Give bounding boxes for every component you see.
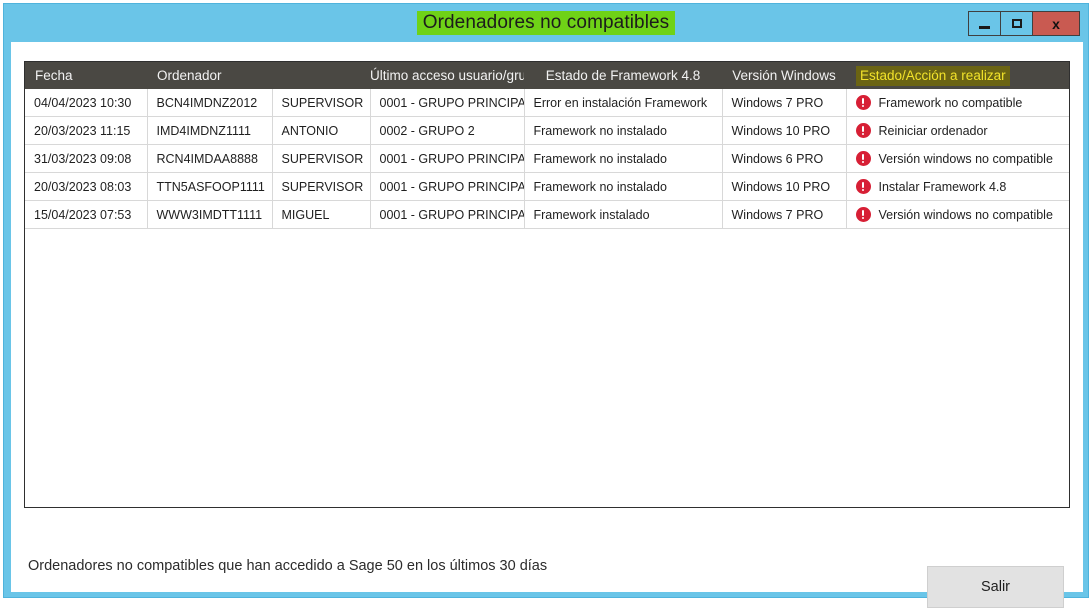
column-label-estado-framework: Estado de Framework 4.8 — [545, 68, 701, 83]
cell-usuario: SUPERVISOR — [272, 172, 371, 201]
cell-usuario: ANTONIO — [272, 116, 371, 145]
cell-estado-accion: Versión windows no compatible — [846, 200, 1069, 229]
table-body: 04/04/2023 10:30 BCN4IMDNZ2012 SUPERVISOR 0… — [25, 89, 1069, 229]
column-header-estado-framework[interactable]: Estado de Framework 4.8 — [524, 62, 722, 89]
error-icon — [855, 179, 871, 194]
accion-content: Reiniciar ordenador — [855, 123, 1062, 138]
cell-estado-accion: Reiniciar ordenador — [846, 116, 1069, 145]
client-area: Fecha Ordenador Último acceso usuario/gr… — [11, 42, 1083, 608]
column-label-ordenador: Ordenador — [157, 68, 222, 83]
cell-grupo: 0002 - GRUPO 2 — [370, 116, 525, 145]
cell-version-windows: Windows 7 PRO — [722, 200, 847, 229]
cell-fecha: 15/04/2023 07:53 — [25, 200, 148, 229]
cell-usuario: SUPERVISOR — [272, 89, 371, 117]
table-header-row: Fecha Ordenador Último acceso usuario/gr… — [25, 62, 1069, 89]
cell-version-windows: Windows 6 PRO — [722, 144, 847, 173]
table-row[interactable]: 20/03/2023 08:03 TTN5ASFOOP1111 SUPERVISOR… — [25, 172, 1069, 201]
accion-label: Versión windows no compatible — [878, 151, 1053, 166]
accion-label: Versión windows no compatible — [878, 207, 1053, 222]
cell-ordenador: WWW3IMDTT1111 — [147, 200, 273, 229]
table-row[interactable]: 20/03/2023 11:15 IMD4IMDNZ1111 ANTONIO 0002… — [25, 116, 1069, 145]
table-header: Fecha Ordenador Último acceso usuario/gr… — [25, 62, 1069, 89]
cell-fecha: 20/03/2023 11:15 — [25, 116, 148, 145]
footer-description: Ordenadores no compatibles que han acced… — [28, 558, 548, 574]
app-window: Ordenadores no compatibles x Fecha Orden… — [3, 3, 1089, 608]
error-icon — [855, 151, 871, 166]
cell-estado-accion: Versión windows no compatible — [846, 144, 1069, 173]
accion-label: Reiniciar ordenador — [878, 123, 988, 138]
error-icon — [855, 95, 871, 110]
column-header-version-windows[interactable]: Versión Windows — [722, 62, 846, 89]
error-icon — [855, 123, 871, 138]
cell-ordenador: RCN4IMDAA8888 — [147, 144, 273, 173]
error-icon — [855, 207, 871, 222]
cell-grupo: 0001 - GRUPO PRINCIPAL — [370, 172, 525, 201]
cell-ordenador: IMD4IMDNZ1111 — [147, 116, 273, 145]
table-row[interactable]: 31/03/2023 09:08 RCN4IMDAA8888 SUPERVISOR 0… — [25, 144, 1069, 173]
cell-estado-accion: Framework no compatible — [846, 89, 1069, 117]
cell-version-windows: Windows 10 PRO — [722, 172, 847, 201]
exit-button[interactable]: Salir — [927, 566, 1064, 608]
cell-estado-framework: Framework no instalado — [524, 144, 723, 173]
maximize-icon — [1011, 19, 1022, 28]
cell-fecha: 31/03/2023 09:08 — [25, 144, 148, 173]
accion-content: Framework no compatible — [855, 95, 1062, 110]
cell-ordenador: TTN5ASFOOP1111 — [147, 172, 273, 201]
minimize-icon — [979, 25, 990, 29]
column-header-usuario[interactable] — [272, 62, 370, 89]
cell-estado-framework: Error en instalación Framework — [524, 89, 723, 117]
window-controls: x — [968, 11, 1080, 36]
title-bar[interactable]: Ordenadores no compatibles x — [4, 4, 1088, 42]
column-header-ordenador[interactable]: Ordenador — [147, 62, 272, 89]
maximize-button[interactable] — [1001, 12, 1033, 35]
column-label-fecha: Fecha — [35, 68, 73, 83]
window-title: Ordenadores no compatibles — [4, 11, 1088, 35]
cell-grupo: 0001 - GRUPO PRINCIPAL — [370, 200, 525, 229]
cell-estado-framework: Framework no instalado — [524, 116, 723, 145]
close-icon: x — [1052, 15, 1060, 32]
cell-usuario: SUPERVISOR — [272, 144, 371, 173]
exit-button-label: Salir — [980, 579, 1010, 595]
minimize-button[interactable] — [969, 12, 1001, 35]
window-title-text: Ordenadores no compatibles — [416, 11, 676, 35]
incompatible-computers-table[interactable]: Fecha Ordenador Último acceso usuario/gr… — [24, 61, 1070, 508]
accion-content: Instalar Framework 4.8 — [855, 179, 1062, 194]
accion-label: Instalar Framework 4.8 — [878, 179, 1007, 194]
cell-grupo: 0001 - GRUPO PRINCIPAL — [370, 89, 525, 117]
cell-grupo: 0001 - GRUPO PRINCIPAL — [370, 144, 525, 173]
accion-content: Versión windows no compatible — [855, 207, 1062, 222]
cell-estado-framework: Framework instalado — [524, 200, 723, 229]
close-button[interactable]: x — [1033, 12, 1079, 35]
table-row[interactable]: 04/04/2023 10:30 BCN4IMDNZ2012 SUPERVISOR 0… — [25, 89, 1069, 117]
table-row[interactable]: 15/04/2023 07:53 WWW3IMDTT1111 MIGUEL 0001 … — [25, 200, 1069, 229]
cell-estado-framework: Framework no instalado — [524, 172, 723, 201]
cell-fecha: 04/04/2023 10:30 — [25, 89, 148, 117]
cell-estado-accion: Instalar Framework 4.8 — [846, 172, 1069, 201]
cell-version-windows: Windows 10 PRO — [722, 116, 847, 145]
cell-version-windows: Windows 7 PRO — [722, 89, 847, 117]
cell-usuario: MIGUEL — [272, 200, 371, 229]
column-header-estado-accion[interactable]: Estado/Acción a realizar — [846, 62, 1069, 89]
column-label-version-windows: Versión Windows — [732, 68, 836, 83]
cell-fecha: 20/03/2023 08:03 — [25, 172, 148, 201]
data-table: Fecha Ordenador Último acceso usuario/gr… — [25, 62, 1069, 229]
column-header-ultimo-acceso[interactable]: Último acceso usuario/grupo — [370, 62, 524, 89]
cell-ordenador: BCN4IMDNZ2012 — [147, 89, 273, 117]
column-label-ultimo-acceso: Último acceso usuario/grupo — [370, 68, 524, 83]
accion-label: Framework no compatible — [878, 95, 1023, 110]
accion-content: Versión windows no compatible — [855, 151, 1062, 166]
column-header-fecha[interactable]: Fecha — [25, 62, 147, 89]
column-label-estado-accion: Estado/Acción a realizar — [856, 66, 1010, 86]
